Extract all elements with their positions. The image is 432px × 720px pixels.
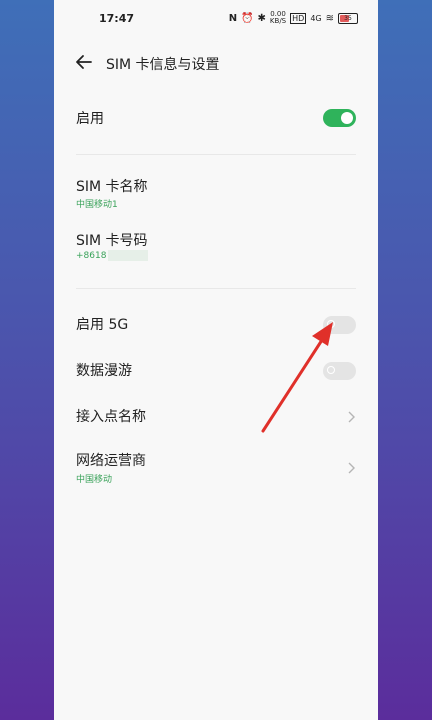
chevron-right-icon <box>348 462 355 474</box>
network-speed: 0.00 KB/S <box>270 11 286 25</box>
sim-name-row[interactable]: SIM 卡名称 中国移动1 <box>54 172 378 212</box>
battery-level: 35 <box>344 14 352 22</box>
phone-screen: 17:47 N ⏰ ✱ 0.00 KB/S HD 4G ≋ 35 SIM 卡信息… <box>54 0 378 720</box>
status-bar: 17:47 N ⏰ ✱ 0.00 KB/S HD 4G ≋ 35 <box>54 0 378 40</box>
network-operator-value: 中国移动 <box>76 475 113 485</box>
sim-number-label: SIM 卡号码 <box>76 233 148 249</box>
nfc-icon: N <box>228 12 238 24</box>
status-icons: N ⏰ ✱ 0.00 KB/S HD 4G ≋ 35 <box>229 11 358 25</box>
sim-name-label: SIM 卡名称 <box>76 179 148 195</box>
back-arrow-icon[interactable] <box>74 52 94 72</box>
redacted-number <box>108 250 149 261</box>
sim-name-value: 中国移动1 <box>76 200 118 210</box>
enable-toggle[interactable] <box>323 109 356 127</box>
data-roaming-toggle[interactable] <box>323 362 356 380</box>
enable-row[interactable]: 启用 <box>54 100 378 136</box>
network-type: 4G <box>310 13 322 23</box>
bluetooth-icon: ✱ <box>257 12 266 24</box>
sim-number-value: +8618 <box>76 250 149 261</box>
enable-5g-label: 启用 5G <box>76 317 129 333</box>
divider <box>76 288 356 289</box>
status-time: 17:47 <box>99 12 135 25</box>
apn-label: 接入点名称 <box>76 409 146 425</box>
data-roaming-row[interactable]: 数据漫游 <box>54 354 378 388</box>
sim-number-row[interactable]: SIM 卡号码 +8618 <box>54 226 378 266</box>
apn-row[interactable]: 接入点名称 <box>54 400 378 434</box>
network-operator-row[interactable]: 网络运营商 中国移动 <box>54 446 378 490</box>
speed-unit: KB/S <box>269 17 287 25</box>
signal-icon: HD <box>290 12 307 24</box>
toggle-knob <box>327 366 335 374</box>
page-header: SIM 卡信息与设置 <box>54 48 378 76</box>
enable-label: 启用 <box>76 111 104 127</box>
data-roaming-label: 数据漫游 <box>76 363 132 379</box>
sim-number-text: +8618 <box>76 251 107 261</box>
battery-icon: 35 <box>338 12 358 24</box>
alarm-icon: ⏰ <box>241 12 254 24</box>
page-title: SIM 卡信息与设置 <box>106 57 220 73</box>
network-operator-label: 网络运营商 <box>76 453 146 469</box>
chevron-right-icon <box>348 411 355 423</box>
enable-5g-row[interactable]: 启用 5G <box>54 308 378 342</box>
toggle-knob <box>341 112 353 124</box>
toggle-knob <box>327 320 335 328</box>
wifi-icon: ≋ <box>325 12 334 24</box>
enable-5g-toggle[interactable] <box>323 316 356 334</box>
divider <box>76 154 356 155</box>
